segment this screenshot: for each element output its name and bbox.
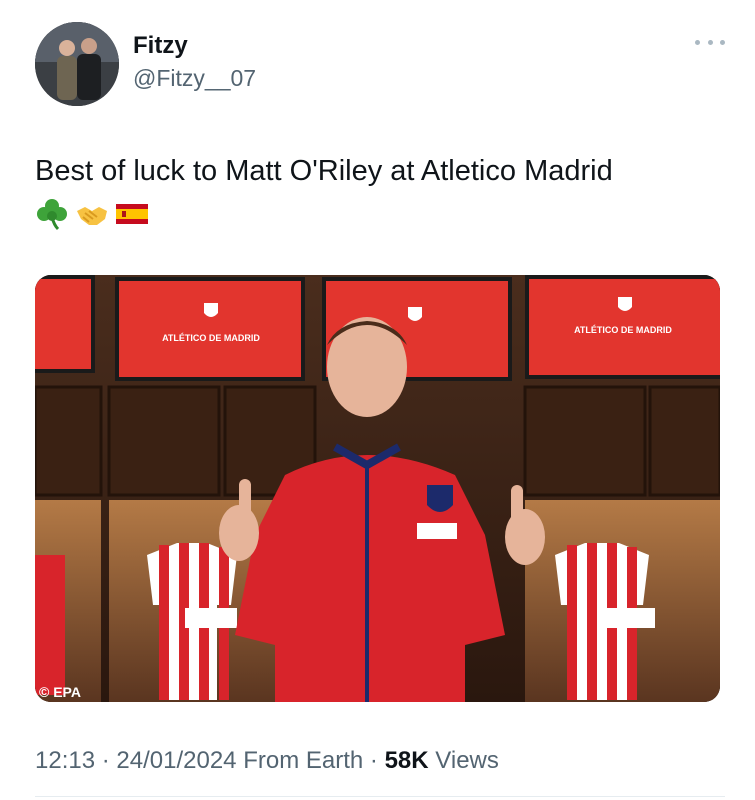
avatar[interactable] (35, 22, 119, 106)
display-name[interactable]: Fitzy (133, 32, 256, 60)
photo-credit: © EPA (39, 684, 81, 700)
views-label: Views (435, 747, 499, 774)
separator-dot: · (101, 747, 110, 774)
user-handle[interactable]: @Fitzy__07 (133, 62, 256, 94)
tweet-time[interactable]: 12:13 (35, 747, 95, 774)
screen-text-right: ATLÉTICO DE MADRID (574, 325, 672, 335)
tweet-header: Fitzy @Fitzy__07 (35, 22, 725, 106)
tweet-text: Best of luck to Matt O'Riley at Atletico… (35, 155, 613, 187)
views-count: 58K (384, 747, 429, 774)
tweet-meta: 12:13 · 24/01/2024 From Earth · 58K View… (35, 744, 499, 778)
tweet-photo[interactable]: ATLÉTICO DE MADRID ATLÉTICO DE MADRID © … (35, 275, 720, 702)
separator-dot: · (369, 747, 378, 774)
screen-text: ATLÉTICO DE MADRID (162, 333, 260, 343)
handshake-icon (75, 197, 109, 231)
spain-flag-icon (115, 197, 149, 231)
author-names: Fitzy @Fitzy__07 (133, 32, 256, 94)
emoji-row (35, 196, 149, 232)
tweet-date[interactable]: 24/01/2024 (116, 747, 236, 774)
shamrock-icon (35, 197, 69, 231)
tweet-location: From Earth (243, 747, 364, 774)
more-options-icon[interactable] (695, 36, 725, 48)
divider (35, 796, 725, 797)
